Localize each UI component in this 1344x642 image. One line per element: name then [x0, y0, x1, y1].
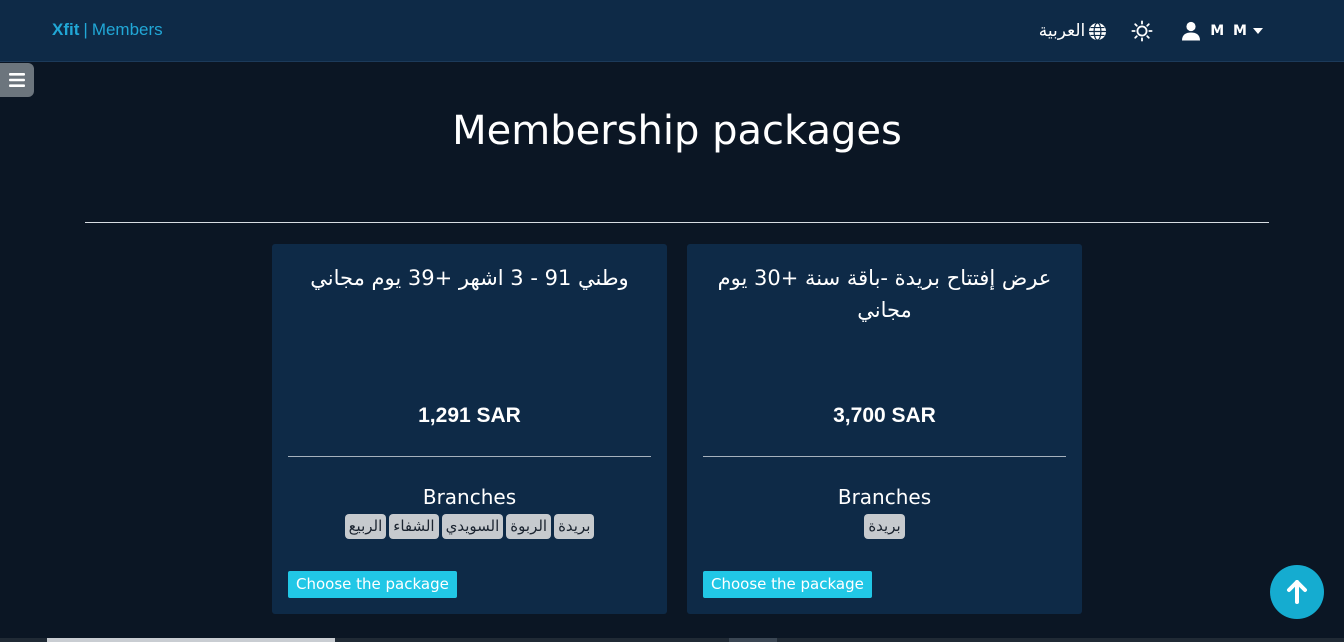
- scroll-to-top-button[interactable]: [1270, 565, 1324, 619]
- theme-toggle[interactable]: [1131, 20, 1153, 42]
- branch-badge: بريدة: [554, 514, 595, 539]
- branch-list: بريدة الربوة السويدي الشفاء الربيع: [272, 514, 667, 539]
- scrollbar-marker: [729, 638, 777, 642]
- package-title: وطني 91 - 3 اشهر +39 يوم مجاني: [310, 266, 629, 290]
- user-icon: [1182, 21, 1201, 41]
- package-price: 3,700 SAR: [833, 404, 936, 427]
- branch-list: بريدة: [687, 514, 1082, 539]
- caret-down-icon: [1253, 28, 1263, 34]
- brand-separator: |: [83, 20, 88, 39]
- navbar-actions: العربية M M: [1039, 0, 1272, 62]
- branch-badge: الربيع: [344, 514, 387, 539]
- sun-icon: [1131, 20, 1153, 42]
- title-divider: [85, 222, 1269, 223]
- globe-icon: [1089, 21, 1107, 41]
- package-title: عرض إفتتاح بريدة -باقة سنة +30 يوم مجاني: [717, 266, 1052, 322]
- arrow-up-icon: [1287, 580, 1307, 604]
- package-card: وطني 91 - 3 اشهر +39 يوم مجاني 1,291 SAR…: [272, 244, 667, 614]
- brand-link[interactable]: Xfit | Members: [52, 20, 163, 40]
- package-price: 1,291 SAR: [418, 404, 521, 427]
- choose-package-button[interactable]: Choose the package: [703, 571, 872, 598]
- navbar: Xfit | Members العربية M M: [0, 0, 1344, 62]
- branch-badge: السويدي: [441, 514, 504, 539]
- branches-heading: Branches: [422, 485, 517, 509]
- user-menu[interactable]: M M: [1181, 21, 1272, 41]
- page-title: Membership packages: [452, 108, 902, 154]
- brand-section: Members: [91, 20, 163, 39]
- language-switch[interactable]: العربية: [1039, 21, 1107, 41]
- user-name: M M: [1210, 23, 1249, 39]
- language-label: العربية: [1038, 21, 1086, 41]
- brand-name: Xfit: [52, 20, 80, 39]
- scrollbar-thumb[interactable]: [47, 638, 335, 642]
- branch-badge: الربوة: [506, 514, 552, 539]
- branches-heading: Branches: [837, 485, 932, 509]
- hamburger-icon: [9, 73, 25, 87]
- choose-package-button[interactable]: Choose the package: [288, 571, 457, 598]
- package-card: عرض إفتتاح بريدة -باقة سنة +30 يوم مجاني…: [687, 244, 1082, 614]
- card-divider: [288, 456, 651, 457]
- branch-badge: بريدة: [864, 514, 905, 539]
- sidebar-toggle-button[interactable]: [0, 63, 34, 97]
- card-divider: [703, 456, 1066, 457]
- branch-badge: الشفاء: [389, 514, 439, 539]
